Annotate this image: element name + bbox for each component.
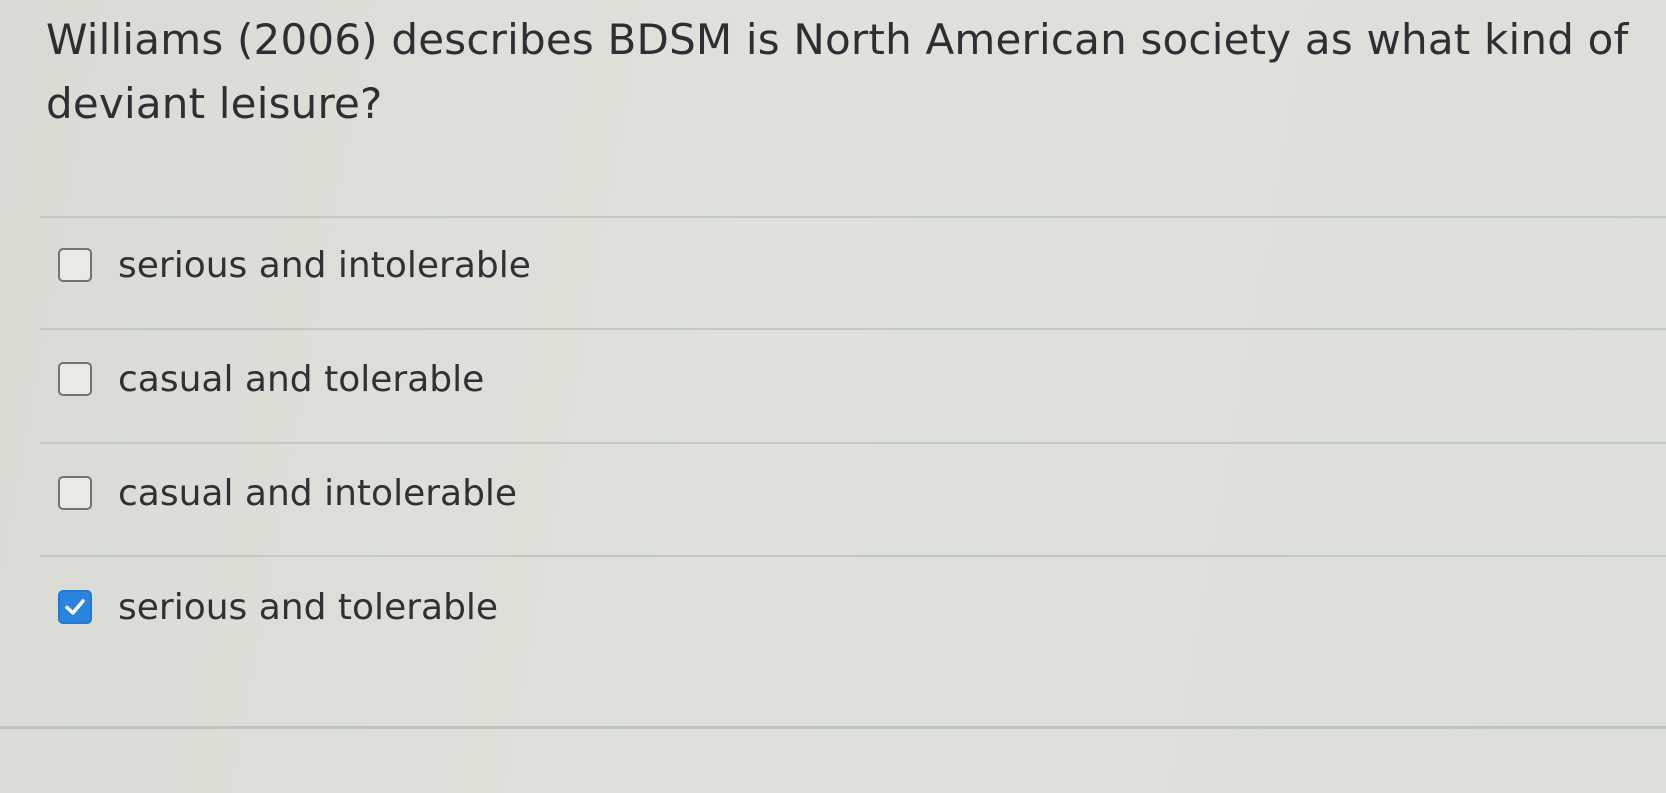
divider [40, 216, 1666, 218]
checkbox[interactable] [58, 362, 92, 396]
question-text: Williams (2006) describes BDSM is North … [46, 15, 1629, 128]
option-label: casual and tolerable [118, 358, 485, 400]
divider [40, 555, 1666, 557]
checkbox[interactable] [58, 476, 92, 510]
divider [40, 442, 1666, 444]
option-casual-and-intolerable[interactable]: casual and intolerable [58, 463, 517, 523]
option-serious-and-intolerable[interactable]: serious and intolerable [58, 235, 531, 295]
option-label: casual and intolerable [118, 472, 518, 514]
divider [0, 726, 1666, 729]
option-label: serious and intolerable [118, 244, 531, 286]
checkbox[interactable] [58, 590, 92, 624]
checkmark-icon [65, 599, 85, 615]
option-label: serious and tolerable [118, 586, 499, 628]
checkbox[interactable] [58, 248, 92, 282]
option-casual-and-tolerable[interactable]: casual and tolerable [58, 349, 484, 409]
divider [40, 328, 1666, 330]
option-serious-and-tolerable[interactable]: serious and tolerable [58, 577, 498, 637]
